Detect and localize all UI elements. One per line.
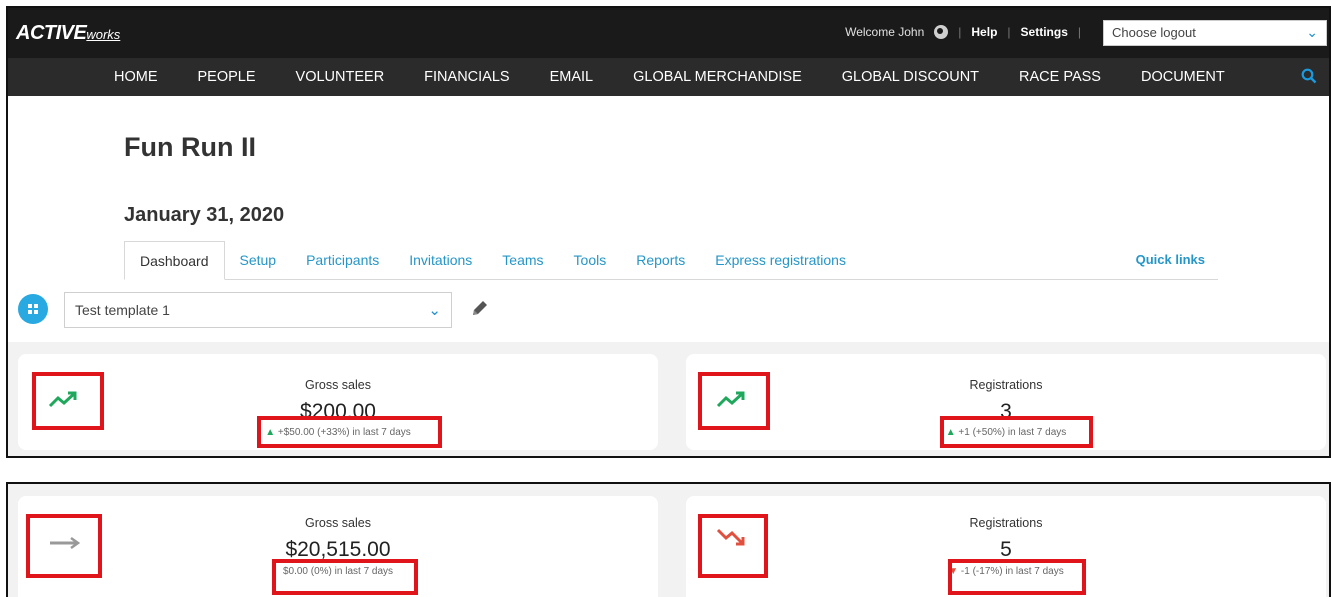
nav-financials[interactable]: FINANCIALS [404,69,529,85]
highlight-box [948,559,1086,595]
page-title: Fun Run II [124,132,256,162]
highlight-box [698,372,770,430]
chevron-down-icon: ⌄ [428,302,441,319]
highlight-box [272,559,418,595]
nav-document[interactable]: DOCUMENT [1121,69,1245,85]
tab-express-registrations[interactable]: Express registrations [700,252,861,279]
edit-pencil-icon[interactable] [470,298,490,324]
help-link[interactable]: Help [971,25,997,39]
top-bar: ACTIVEworks Welcome John | Help | Settin… [8,8,1329,58]
event-tabs: Dashboard Setup Participants Invitations… [124,238,1218,280]
logout-select[interactable]: Choose logout ⌄ [1103,20,1327,46]
logo[interactable]: ACTIVEworks [16,22,120,45]
nav-global-merchandise[interactable]: GLOBAL MERCHANDISE [613,69,822,85]
tab-tools[interactable]: Tools [559,252,622,279]
quick-links[interactable]: Quick links [1136,252,1205,267]
tab-invitations[interactable]: Invitations [394,252,487,279]
highlight-box [698,514,768,578]
template-select[interactable]: Test template 1 ⌄ [64,292,452,328]
nav-volunteer[interactable]: VOLUNTEER [276,69,405,85]
user-menu: Welcome John | Help | Settings | [845,25,1081,39]
search-icon[interactable] [1301,68,1317,89]
screenshot-panel-top: ACTIVEworks Welcome John | Help | Settin… [6,6,1331,458]
screenshot-panel-bottom: Gross sales $20,515.00 $0.00 (0%) in las… [6,482,1331,597]
highlight-box [26,514,102,578]
card-label: Gross sales [305,516,371,530]
globe-icon[interactable] [934,25,949,39]
highlight-box [940,416,1093,448]
card-label: Registrations [969,516,1043,530]
chevron-down-icon: ⌄ [1306,24,1318,40]
tab-participants[interactable]: Participants [291,252,394,279]
card-label: Registrations [969,378,1043,392]
tab-teams[interactable]: Teams [487,252,558,279]
nav-home[interactable]: HOME [94,69,178,85]
nav-race-pass[interactable]: RACE PASS [999,69,1121,85]
nav-people[interactable]: PEOPLE [178,69,276,85]
card-label: Gross sales [305,378,371,392]
tab-reports[interactable]: Reports [621,252,700,279]
dashboard-template-button[interactable] [18,294,48,324]
main-nav: HOME PEOPLE VOLUNTEER FINANCIALS EMAIL G… [94,58,1245,96]
highlight-box [32,372,104,430]
nav-global-discount[interactable]: GLOBAL DISCOUNT [822,69,999,85]
tab-dashboard[interactable]: Dashboard [124,241,225,280]
grid-icon [28,304,38,314]
tab-setup[interactable]: Setup [225,252,292,279]
settings-link[interactable]: Settings [1021,25,1068,39]
highlight-box [257,416,442,448]
welcome-text: Welcome John [845,25,925,39]
nav-email[interactable]: EMAIL [530,69,614,85]
event-date: January 31, 2020 [124,204,285,226]
